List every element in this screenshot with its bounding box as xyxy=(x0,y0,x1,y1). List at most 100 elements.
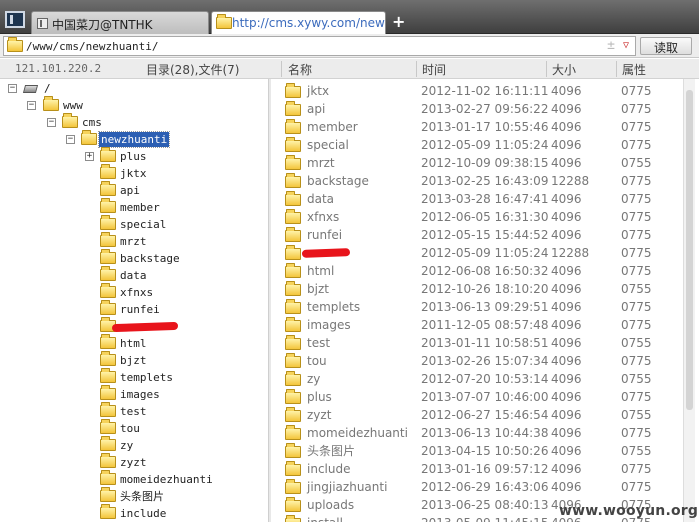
file-row[interactable]: xfnxs 2012-06-05 16:31:30 4096 0775 xyxy=(272,208,682,226)
file-name: member xyxy=(307,120,358,134)
file-time: 2012-10-09 09:38:15 xyxy=(421,156,549,170)
file-time: 2012-06-08 16:50:32 xyxy=(421,264,549,278)
tab-shell[interactable]: 中国菜刀@TNTHK xyxy=(31,11,209,34)
file-attr: 0775 xyxy=(621,228,652,242)
file-row[interactable]: backstage 2013-02-25 16:43:09 12288 0775 xyxy=(272,172,682,190)
column-divider xyxy=(416,61,417,77)
app-logo-icon[interactable] xyxy=(5,11,25,28)
file-row[interactable]: special 2012-05-09 11:05:24 4096 0775 xyxy=(272,136,682,154)
folder-icon xyxy=(216,14,232,29)
file-row[interactable]: runfei 2012-05-15 15:44:52 4096 0775 xyxy=(272,226,682,244)
file-attr: 0775 xyxy=(621,192,652,206)
file-size: 12288 xyxy=(551,246,590,260)
file-row[interactable]: include 2013-01-16 09:57:12 4096 0775 xyxy=(272,460,682,478)
directory-tree: − / − www − cms − newzhuanti + plus jktx ap… xyxy=(0,79,268,522)
column-header-time[interactable]: 时间 xyxy=(422,61,446,78)
file-attr: 0755 xyxy=(621,282,652,296)
expand-icon[interactable]: + xyxy=(85,152,94,161)
file-name: jingjiazhuanti xyxy=(307,480,388,494)
file-attr: 0775 xyxy=(621,210,652,224)
column-header-attr[interactable]: 属性 xyxy=(622,61,646,78)
file-name: images xyxy=(307,318,351,332)
file-attr: 0755 xyxy=(621,372,652,386)
file-row[interactable]: zy 2012-07-20 10:53:14 4096 0755 xyxy=(272,370,682,388)
tree-label: special xyxy=(120,218,167,231)
file-size: 4096 xyxy=(551,354,582,368)
file-row[interactable]: bjzt 2012-10-26 18:10:20 4096 0755 xyxy=(272,280,682,298)
file-time: 2013-02-27 09:56:22 xyxy=(421,102,549,116)
file-row[interactable]: jingjiazhuanti 2012-06-29 16:43:06 4096 077… xyxy=(272,478,682,496)
file-row[interactable]: 头条图片 2013-04-15 10:50:26 4096 0755 xyxy=(272,442,682,460)
file-size: 4096 xyxy=(551,192,582,206)
tree-label: backstage xyxy=(120,252,180,265)
scrollbar-thumb[interactable] xyxy=(686,90,693,410)
file-size: 4096 xyxy=(551,282,582,296)
file-row[interactable]: data 2013-03-28 16:47:41 4096 0775 xyxy=(272,190,682,208)
file-row[interactable]: api 2013-02-27 09:56:22 4096 0775 xyxy=(272,100,682,118)
file-name: data xyxy=(307,192,335,206)
folder-icon xyxy=(285,389,301,404)
file-time: 2012-06-27 15:46:54 xyxy=(421,408,549,422)
file-row[interactable]: member 2013-01-17 10:55:46 4096 0775 xyxy=(272,118,682,136)
file-time: 2012-05-09 11:05:24 xyxy=(421,138,549,152)
file-size: 4096 xyxy=(551,426,582,440)
file-row[interactable]: html 2012-06-08 16:50:32 4096 0775 xyxy=(272,262,682,280)
file-name: xfnxs xyxy=(307,210,340,224)
file-time: 2012-10-26 18:10:20 xyxy=(421,282,549,296)
watermark: www.wooyun.org xyxy=(559,503,699,519)
tab-label: http://cms.xywy.com/newzhu... xyxy=(232,16,385,30)
file-name: jktx xyxy=(307,84,330,98)
file-row[interactable]: mrzt 2012-10-09 09:38:15 4096 0755 xyxy=(272,154,682,172)
column-header-size[interactable]: 大小 xyxy=(552,61,576,78)
tree-label: mrzt xyxy=(120,235,147,248)
collapse-icon[interactable]: − xyxy=(66,135,75,144)
column-divider xyxy=(546,61,547,77)
path-input[interactable]: /www/cms/newzhuanti/ ± ▽ xyxy=(3,36,636,56)
folder-icon xyxy=(285,119,301,134)
file-attr: 0775 xyxy=(621,120,652,134)
new-tab-button[interactable]: + xyxy=(392,12,405,31)
collapse-icon[interactable]: − xyxy=(27,101,36,110)
file-row[interactable]: templets 2013-06-13 09:29:51 4096 0775 xyxy=(272,298,682,316)
file-name: api xyxy=(307,102,326,116)
tree-label: api xyxy=(120,184,140,197)
tree-label: member xyxy=(120,201,160,214)
file-name: plus xyxy=(307,390,332,404)
collapse-icon[interactable]: − xyxy=(8,84,17,93)
column-header-name[interactable]: 名称 xyxy=(288,61,312,78)
tree-label: tou xyxy=(120,422,140,435)
file-row[interactable]: images 2011-12-05 08:57:48 4096 0775 xyxy=(272,316,682,334)
folder-icon xyxy=(285,407,301,422)
column-divider xyxy=(616,61,617,77)
page-icon xyxy=(37,18,48,29)
tree-label: runfei xyxy=(120,303,160,316)
directory-summary: 目录(28),文件(7) xyxy=(146,63,240,77)
folder-icon xyxy=(100,181,116,196)
folder-icon xyxy=(100,283,116,298)
file-manager-window: { "tabs": [ {"label": "中国菜刀@TNTHK", "ico… xyxy=(0,0,699,522)
collapse-icon[interactable]: − xyxy=(47,118,56,127)
read-button[interactable]: 读取 xyxy=(640,37,692,55)
file-size: 4096 xyxy=(551,156,582,170)
file-size: 12288 xyxy=(551,174,590,188)
folder-icon xyxy=(62,113,78,128)
tree-label: www xyxy=(63,99,83,112)
file-row[interactable]: jktx 2012-11-02 16:11:11 4096 0775 xyxy=(272,82,682,100)
file-time: 2013-01-17 10:55:46 xyxy=(421,120,549,134)
file-row[interactable]: momeidezhuanti 2013-06-13 10:44:38 4096 077… xyxy=(272,424,682,442)
bookmark-icon[interactable]: ± xyxy=(607,38,615,53)
tab-label: 中国菜刀@TNTHK xyxy=(52,18,153,32)
file-row[interactable]: tou 2013-02-26 15:07:34 4096 0775 xyxy=(272,352,682,370)
file-row[interactable]: test 2013-01-11 10:58:51 4096 0755 xyxy=(272,334,682,352)
folder-icon xyxy=(100,147,116,162)
pane-splitter[interactable] xyxy=(268,79,271,522)
file-name: momeidezhuanti xyxy=(307,426,408,440)
file-name: include xyxy=(307,462,351,476)
folder-icon xyxy=(100,470,116,485)
file-row[interactable]: zyzt 2012-06-27 15:46:54 4096 0755 xyxy=(272,406,682,424)
tab-filemanager[interactable]: http://cms.xywy.com/newzhu... xyxy=(211,11,386,34)
file-row[interactable]: plus 2013-07-07 10:46:00 4096 0775 xyxy=(272,388,682,406)
file-time: 2011-12-05 08:57:48 xyxy=(421,318,549,332)
chevron-down-icon[interactable]: ▽ xyxy=(623,40,629,51)
file-name: tou xyxy=(307,354,327,368)
